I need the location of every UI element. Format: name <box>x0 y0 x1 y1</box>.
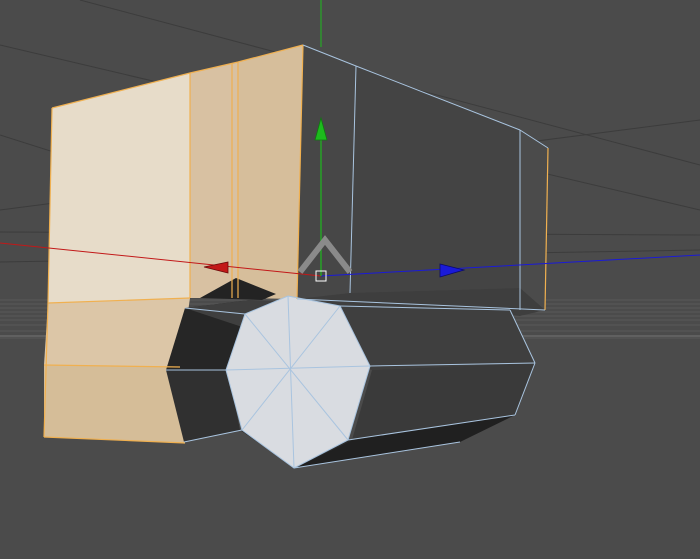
3d-viewport[interactable] <box>0 0 700 559</box>
